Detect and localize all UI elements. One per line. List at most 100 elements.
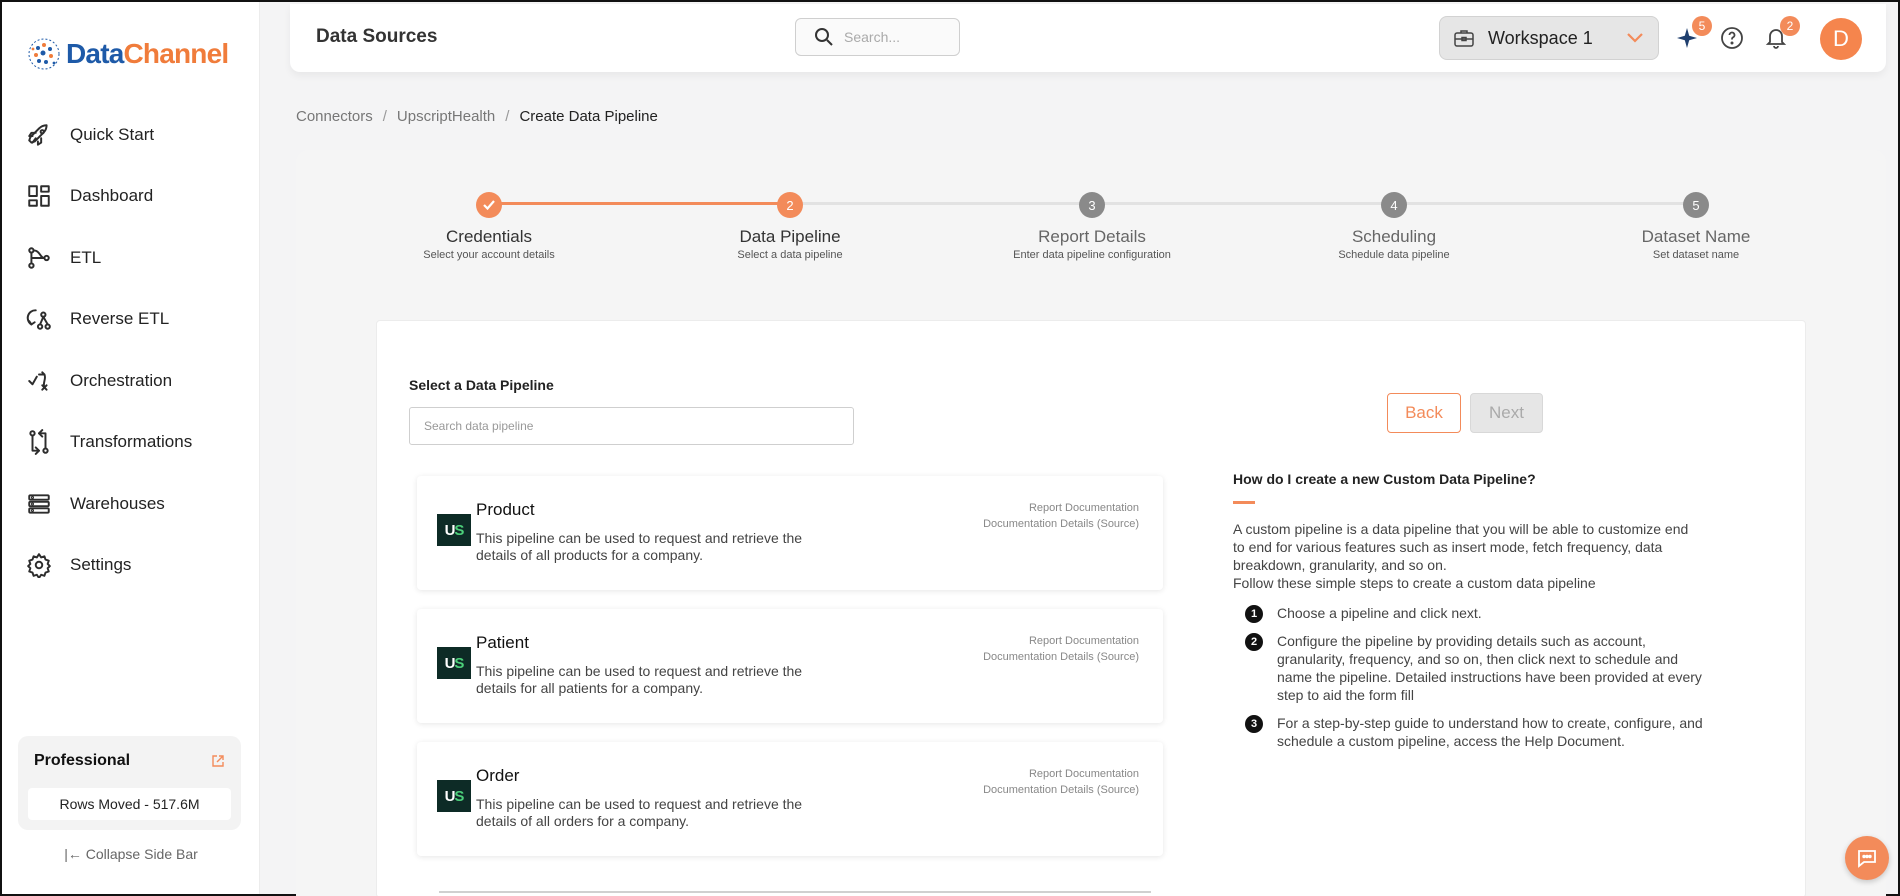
- help-icon[interactable]: [1720, 26, 1744, 50]
- source-documentation-link[interactable]: Documentation Details (Source): [983, 782, 1139, 798]
- pipeline-name: Patient: [476, 633, 529, 652]
- upscript-logo: US: [437, 647, 471, 679]
- help-panel: How do I create a new Custom Data Pipeli…: [1233, 471, 1703, 760]
- source-documentation-link[interactable]: Documentation Details (Source): [983, 516, 1139, 532]
- search-input[interactable]: [844, 29, 944, 45]
- step-title: Credentials: [446, 227, 532, 246]
- top-header: Data Sources Workspace 1 5 2 D: [290, 4, 1886, 72]
- source-documentation-link[interactable]: Documentation Details (Source): [983, 649, 1139, 665]
- chevron-down-icon: [1627, 33, 1643, 43]
- step-title: Report Details: [1038, 227, 1146, 246]
- help-step-text: Configure the pipeline by providing deta…: [1277, 633, 1702, 703]
- pipeline-name: Product: [476, 500, 535, 519]
- plan-card: Professional Rows Moved - 517.6M: [18, 736, 241, 830]
- step-scheduling[interactable]: 4 Scheduling Schedule data pipeline: [1269, 192, 1519, 261]
- breadcrumb-upscripthealth[interactable]: UpscriptHealth: [397, 108, 495, 125]
- pipeline-item-order[interactable]: US Order This pipeline can be used to re…: [417, 742, 1163, 856]
- step-subtitle: Enter data pipeline configuration: [1013, 249, 1171, 261]
- briefcase-icon: [1454, 30, 1474, 47]
- step-subtitle: Select your account details: [423, 249, 555, 261]
- external-link-icon[interactable]: [211, 754, 225, 768]
- pipeline-links: Report Documentation Documentation Detai…: [983, 500, 1139, 532]
- sidebar-item-label: Orchestration: [70, 370, 173, 390]
- sidebar-item-quick-start[interactable]: Quick Start: [2, 104, 260, 166]
- step-number: 4: [1381, 192, 1407, 218]
- step-data-pipeline[interactable]: 2 Data Pipeline Select a data pipeline: [665, 192, 915, 261]
- sidebar-item-label: Settings: [70, 555, 132, 575]
- pipeline-description: This pipeline can be used to request and…: [476, 530, 803, 563]
- help-step-number: 3: [1245, 715, 1263, 733]
- reverse-etl-icon: [26, 309, 51, 330]
- gear-icon: [27, 553, 51, 579]
- report-documentation-link[interactable]: Report Documentation: [983, 500, 1139, 516]
- help-intro: A custom pipeline is a data pipeline tha…: [1233, 520, 1693, 592]
- upscript-logo: US: [437, 780, 471, 812]
- page-title: Data Sources: [316, 26, 438, 47]
- notification-badge: 2: [1780, 16, 1800, 36]
- back-button[interactable]: Back: [1387, 393, 1461, 433]
- breadcrumb-connectors[interactable]: Connectors: [296, 108, 373, 125]
- pipeline-item-product[interactable]: US Product This pipeline can be used to …: [417, 476, 1163, 590]
- check-icon: [476, 192, 502, 218]
- sidebar-item-label: Quick Start: [70, 124, 155, 144]
- pipeline-links: Report Documentation Documentation Detai…: [983, 633, 1139, 665]
- list-divider: [439, 891, 1151, 893]
- help-step: 1 Choose a pipeline and click next.: [1233, 604, 1703, 623]
- step-subtitle: Set dataset name: [1652, 249, 1740, 261]
- breadcrumb-separator: /: [382, 108, 387, 125]
- sidebar-item-orchestration[interactable]: Orchestration: [2, 350, 260, 412]
- step-subtitle: Select a data pipeline: [737, 249, 843, 261]
- chat-bubble-icon: [1858, 850, 1876, 868]
- sidebar-item-warehouses[interactable]: Warehouses: [2, 473, 260, 535]
- pipeline-item-patient[interactable]: US Patient This pipeline can be used to …: [417, 609, 1163, 723]
- rocket-icon: [28, 124, 48, 146]
- step-dataset-name[interactable]: 5 Dataset Name Set dataset name: [1571, 192, 1821, 261]
- sidebar-item-etl[interactable]: ETL: [2, 227, 260, 289]
- orchestration-icon: [28, 371, 48, 391]
- upscript-logo: US: [437, 514, 471, 546]
- sidebar-item-label: ETL: [70, 247, 102, 267]
- sidebar-item-settings[interactable]: Settings: [2, 535, 260, 597]
- next-button[interactable]: Next: [1470, 393, 1543, 433]
- help-accent-bar: [1233, 501, 1255, 504]
- sidebar: DataChannel Quick Start Dashboard ETL Re…: [2, 2, 260, 894]
- chat-button[interactable]: [1845, 836, 1889, 880]
- step-number: 5: [1683, 192, 1709, 218]
- sidebar-item-dashboard[interactable]: Dashboard: [2, 166, 260, 228]
- report-documentation-link[interactable]: Report Documentation: [983, 633, 1139, 649]
- pipeline-description: This pipeline can be used to request and…: [476, 796, 803, 829]
- step-title: Scheduling: [1351, 227, 1437, 246]
- sidebar-item-label: Reverse ETL: [70, 309, 170, 329]
- breadcrumb-separator: /: [505, 108, 510, 125]
- help-step-text: Choose a pipeline and click next.: [1277, 605, 1482, 621]
- help-step-text: For a step-by-step guide to understand h…: [1277, 715, 1703, 749]
- select-pipeline-title: Select a Data Pipeline: [409, 377, 554, 393]
- transformations-icon: [29, 429, 49, 456]
- step-number: 2: [777, 192, 803, 218]
- breadcrumb-current: Create Data Pipeline: [519, 108, 658, 125]
- sidebar-item-transformations[interactable]: Transformations: [2, 412, 260, 474]
- report-documentation-link[interactable]: Report Documentation: [983, 766, 1139, 782]
- step-title: Dataset Name: [1641, 227, 1751, 246]
- help-title: How do I create a new Custom Data Pipeli…: [1233, 471, 1536, 487]
- sidebar-item-label: Warehouses: [70, 493, 165, 513]
- workspace-name: Workspace 1: [1488, 27, 1593, 48]
- rows-moved: Rows Moved - 517.6M: [28, 788, 231, 820]
- collapse-sidebar-button[interactable]: |← Collapse Side Bar: [2, 846, 260, 862]
- help-step: 2 Configure the pipeline by providing de…: [1233, 632, 1703, 704]
- step-report-details[interactable]: 3 Report Details Enter data pipeline con…: [967, 192, 1217, 261]
- pipeline-name: Order: [476, 766, 520, 785]
- step-credentials[interactable]: Credentials Select your account details: [364, 192, 614, 261]
- workspace-selector[interactable]: Workspace 1: [1439, 16, 1659, 60]
- sidebar-item-reverse-etl[interactable]: Reverse ETL: [2, 289, 260, 351]
- global-search[interactable]: [795, 18, 960, 56]
- collapse-label: Collapse Side Bar: [85, 846, 198, 862]
- avatar[interactable]: D: [1820, 18, 1862, 60]
- brand-name: DataChannel: [66, 38, 229, 69]
- breadcrumb: Connectors / UpscriptHealth / Create Dat…: [296, 108, 658, 125]
- dashboard-icon: [28, 185, 50, 207]
- pipeline-search-input[interactable]: [409, 407, 854, 445]
- step-number: 3: [1079, 192, 1105, 218]
- etl-icon: [28, 247, 50, 269]
- brand-logo[interactable]: DataChannel: [26, 32, 229, 76]
